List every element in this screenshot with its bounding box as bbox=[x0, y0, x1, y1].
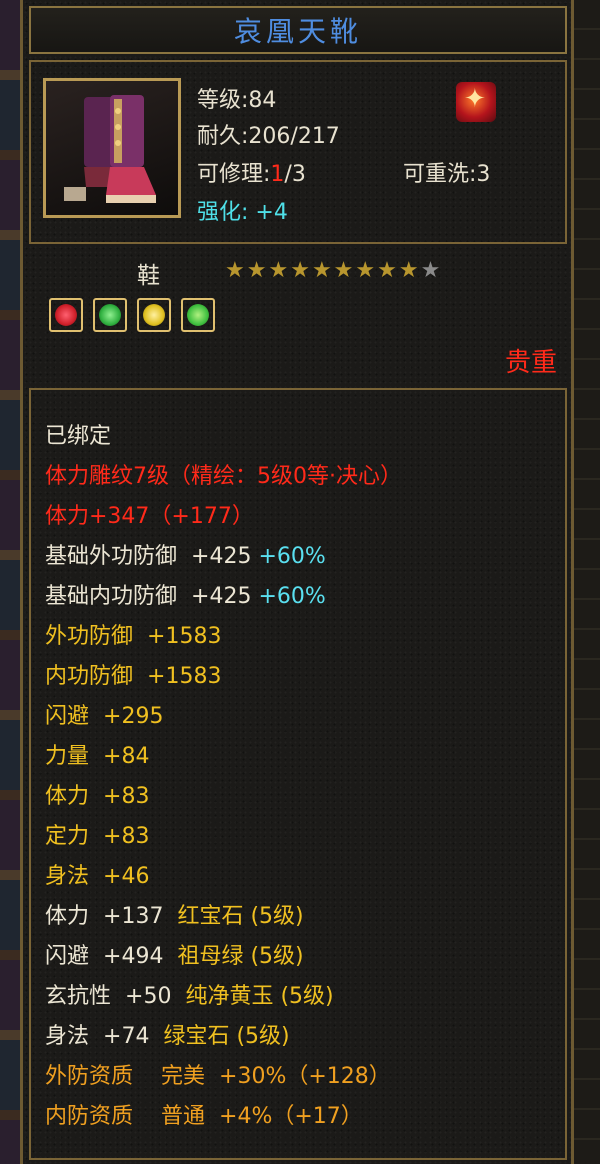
attr-label: 定力 bbox=[45, 824, 90, 849]
attr-label: 体力 bbox=[45, 784, 90, 809]
title-bar: 哀凰天靴 bbox=[29, 6, 567, 54]
boots-icon bbox=[43, 78, 181, 218]
vit-attr: 体力 +83 bbox=[45, 778, 149, 810]
item-rewash: 可重洗:3 bbox=[403, 162, 491, 187]
item-name: 哀凰天靴 bbox=[233, 15, 362, 48]
base-inner-def-attr: 基础内功防御 +425 +60% bbox=[45, 578, 326, 610]
gem-attr-1: 体力 +137 红宝石 (5级) bbox=[45, 898, 304, 930]
attr-label: 闪避 bbox=[45, 704, 90, 729]
outer-def-quality: 外防资质 完美 +30%（+128） bbox=[45, 1058, 391, 1090]
gem-name: 红宝石 (5级) bbox=[177, 904, 304, 929]
gem-name: 绿宝石 (5级) bbox=[163, 1024, 290, 1049]
enhance-label: 强化: bbox=[197, 200, 249, 225]
dodge-attr: 闪避 +295 bbox=[45, 698, 163, 730]
item-level: 等级:84 bbox=[197, 88, 277, 113]
attr-label: 闪避 bbox=[45, 944, 90, 969]
outer-def-attr: 外功防御 +1583 bbox=[45, 618, 221, 650]
attr-label: 基础内功防御 bbox=[45, 584, 178, 609]
attr-value: +84 bbox=[103, 744, 150, 769]
attr-label: 内防资质 bbox=[45, 1104, 134, 1129]
gem-attr-2: 闪避 +494 祖母绿 (5级) bbox=[45, 938, 304, 970]
attr-label: 外功防御 bbox=[45, 624, 134, 649]
repair-current: 1 bbox=[270, 162, 285, 187]
attr-label: 体力 bbox=[45, 904, 90, 929]
str-attr: 力量 +84 bbox=[45, 738, 149, 770]
item-repair: 可修理:1/3 bbox=[197, 156, 306, 188]
attr-value: +425 bbox=[191, 584, 252, 609]
star-filled-icon: ★ bbox=[225, 258, 245, 283]
gem-name: 祖母绿 (5级) bbox=[177, 944, 304, 969]
star-filled-icon: ★ bbox=[333, 258, 354, 283]
star-empty-icon: ★ bbox=[420, 258, 441, 283]
rarity-label: 贵重 bbox=[504, 348, 557, 378]
attr-value: +137 bbox=[103, 904, 164, 929]
attr-label: 力量 bbox=[45, 744, 90, 769]
attr-value: +50 bbox=[125, 984, 172, 1009]
repair-label: 可修理: bbox=[197, 162, 271, 187]
attr-value: +46 bbox=[103, 864, 150, 889]
item-slot: 鞋 bbox=[137, 263, 160, 289]
star-filled-icon: ★ bbox=[377, 258, 397, 283]
quality-grade: 普通 bbox=[161, 1104, 206, 1129]
attr-label: 身法 bbox=[45, 864, 90, 889]
star-filled-icon: ★ bbox=[290, 258, 310, 283]
star-rating: ★ ★ ★ ★ ★ ★ ★ ★ ★ ★ bbox=[225, 260, 440, 282]
background-panel-right bbox=[574, 0, 600, 1164]
star-filled-icon: ★ bbox=[311, 258, 332, 283]
star-filled-icon: ★ bbox=[246, 258, 267, 283]
attr-value: +425 bbox=[191, 544, 252, 569]
background-panel-left bbox=[0, 0, 20, 1164]
engrave-attr: 体力雕纹7级（精绘：5级0等·决心） bbox=[45, 464, 402, 489]
attr-value: +30%（+128） bbox=[219, 1064, 391, 1089]
enhance-value: +4 bbox=[255, 200, 288, 225]
inner-def-attr: 内功防御 +1583 bbox=[45, 658, 221, 690]
red-gem-icon bbox=[49, 298, 83, 332]
attr-value: +295 bbox=[103, 704, 164, 729]
attr-percent: +60% bbox=[258, 544, 326, 569]
inner-def-quality: 内防资质 普通 +4%（+17） bbox=[45, 1098, 363, 1130]
quality-grade: 完美 bbox=[161, 1064, 206, 1089]
repair-total: /3 bbox=[284, 162, 306, 187]
attr-value: +4%（+17） bbox=[219, 1104, 363, 1129]
item-tooltip: 哀凰天靴 等级:84 耐久:206/217 可修理:1/3 可重洗:3 强化: … bbox=[20, 0, 574, 1164]
attr-value: +1583 bbox=[147, 664, 222, 689]
attr-value: +74 bbox=[103, 1024, 150, 1049]
attr-value: +494 bbox=[103, 944, 164, 969]
attr-label: 外防资质 bbox=[45, 1064, 134, 1089]
attr-value: +83 bbox=[103, 824, 150, 849]
item-durability: 耐久:206/217 bbox=[197, 124, 340, 149]
attr-label: 内功防御 bbox=[45, 664, 134, 689]
vit-bonus-attr: 体力+347（+177） bbox=[45, 504, 254, 529]
base-outer-def-attr: 基础外功防御 +425 +60% bbox=[45, 538, 326, 570]
green-gem-icon bbox=[181, 298, 215, 332]
item-enhance: 强化: +4 bbox=[197, 194, 288, 226]
item-header: 等级:84 耐久:206/217 可修理:1/3 可重洗:3 强化: +4 ✦ bbox=[29, 60, 567, 244]
yellow-gem-icon bbox=[137, 298, 171, 332]
green-gem-icon bbox=[93, 298, 127, 332]
boots-image bbox=[64, 95, 156, 203]
gem-attr-4: 身法 +74 绿宝石 (5级) bbox=[45, 1018, 290, 1050]
bound-status: 已绑定 bbox=[45, 424, 112, 449]
star-filled-icon: ★ bbox=[398, 258, 419, 283]
attr-label: 身法 bbox=[45, 1024, 90, 1049]
attr-value: +83 bbox=[103, 784, 150, 809]
gem-name: 纯净黄玉 (5级) bbox=[185, 984, 334, 1009]
flame-emblem-icon: ✦ bbox=[456, 82, 496, 122]
attr-label: 玄抗性 bbox=[45, 984, 112, 1009]
spirit-attr: 定力 +83 bbox=[45, 818, 149, 850]
star-filled-icon: ★ bbox=[268, 258, 289, 283]
item-summary: 鞋 ★ ★ ★ ★ ★ ★ ★ ★ ★ ★ 贵重 bbox=[29, 250, 567, 382]
attr-percent: +60% bbox=[258, 584, 326, 609]
attr-value: +1583 bbox=[147, 624, 222, 649]
agi-attr: 身法 +46 bbox=[45, 858, 149, 890]
gem-attr-3: 玄抗性 +50 纯净黄玉 (5级) bbox=[45, 978, 334, 1010]
attr-label: 基础外功防御 bbox=[45, 544, 178, 569]
star-filled-icon: ★ bbox=[355, 258, 376, 283]
attribute-list: 已绑定 体力雕纹7级（精绘：5级0等·决心） 体力+347（+177） 基础外功… bbox=[29, 388, 567, 1160]
